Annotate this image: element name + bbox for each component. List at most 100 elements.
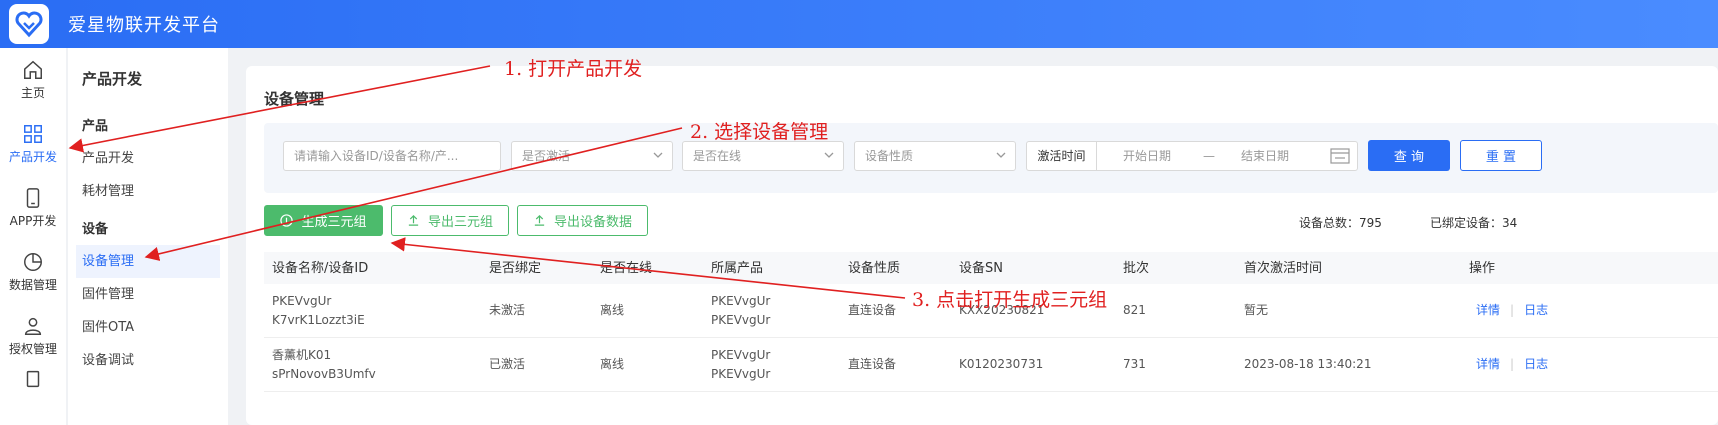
chevron-down-icon bbox=[824, 152, 834, 158]
search-input[interactable]: 请请输入设备ID/设备名称/产... bbox=[283, 141, 501, 171]
nature-cell: 直连设备 bbox=[848, 303, 897, 317]
document-icon bbox=[26, 370, 40, 388]
log-link[interactable]: 日志 bbox=[1524, 355, 1548, 374]
rail-item-more[interactable] bbox=[0, 368, 66, 408]
annotation-step3: 3. 点击打开生成三元组 bbox=[912, 289, 1108, 311]
bound-cell: 未激活 bbox=[489, 303, 526, 317]
subnav-item-device-debug[interactable]: 设备调试 bbox=[68, 344, 228, 377]
product-key: PKEVvgUr bbox=[711, 312, 771, 327]
col-sn: 设备SN bbox=[959, 260, 1003, 276]
home-icon bbox=[24, 60, 42, 79]
detail-link[interactable]: 详情 bbox=[1476, 355, 1500, 374]
rail-item-data[interactable]: 数据管理 bbox=[0, 240, 66, 304]
device-id: sPrNovovB3Umfv bbox=[272, 366, 376, 381]
online-cell: 离线 bbox=[600, 303, 625, 317]
rail-item-label: 数据管理 bbox=[8, 278, 57, 292]
product-cell: PKEVvgUr PKEVvgUr bbox=[711, 284, 770, 337]
bound-device-stat: 已绑定设备：34 bbox=[1430, 216, 1518, 230]
start-date-input[interactable]: 开始日期 bbox=[1123, 142, 1171, 170]
col-activated: 首次激活时间 bbox=[1244, 260, 1323, 276]
generate-triple-label: 生成三元组 bbox=[301, 215, 367, 230]
app-title: 爱星物联开发平台 bbox=[68, 15, 220, 36]
plus-circle-icon bbox=[280, 214, 294, 227]
subnav-item-firmware-ota[interactable]: 固件OTA bbox=[68, 311, 228, 344]
activation-date-range[interactable]: 激活时间 开始日期 — 结束日期 bbox=[1026, 141, 1358, 171]
col-actions: 操作 bbox=[1469, 260, 1496, 276]
nature-cell: 直连设备 bbox=[848, 357, 897, 371]
batch-cell: 731 bbox=[1123, 357, 1146, 371]
sn-cell: K0120230731 bbox=[959, 357, 1044, 371]
rail-item-label: 授权管理 bbox=[8, 342, 57, 356]
subnav-item-consumables[interactable]: 耗材管理 bbox=[68, 175, 228, 208]
reset-button[interactable]: 重 置 bbox=[1460, 140, 1542, 171]
export-triple-label: 导出三元组 bbox=[427, 215, 493, 230]
device-id: K7vrK1Lozzt3iE bbox=[272, 312, 365, 327]
col-product: 所属产品 bbox=[711, 260, 764, 276]
subnav-item-device-mgmt[interactable]: 设备管理 bbox=[76, 245, 220, 278]
subnav-item-product-dev[interactable]: 产品开发 bbox=[68, 142, 228, 175]
top-bar: 爱星物联开发平台 bbox=[0, 0, 1718, 48]
online-select-placeholder: 是否在线 bbox=[693, 149, 742, 163]
end-date-input[interactable]: 结束日期 bbox=[1241, 142, 1289, 170]
export-triple-button[interactable]: 导出三元组 bbox=[391, 205, 509, 236]
subnav-group-device: 设备 bbox=[82, 222, 109, 237]
product-key: PKEVvgUr bbox=[711, 366, 771, 381]
table-row: 香薰机K01 sPrNovovB3Umfv 已激活 离线 PKEVvgUr PK… bbox=[264, 338, 1718, 392]
actions-cell: 详情 | 日志 bbox=[1476, 338, 1548, 391]
page-title: 设备管理 bbox=[264, 90, 325, 108]
activated-select[interactable]: 是否激活 bbox=[511, 141, 673, 171]
online-cell: 离线 bbox=[600, 357, 625, 371]
device-name: 香薰机K01 bbox=[272, 347, 332, 362]
phone-icon bbox=[26, 188, 40, 208]
activated-cell: 暂无 bbox=[1244, 303, 1269, 317]
rail-item-auth[interactable]: 授权管理 bbox=[0, 304, 66, 368]
device-name: PKEVvgUr bbox=[272, 293, 332, 308]
user-icon bbox=[24, 317, 42, 335]
annotation-step2: 2. 选择设备管理 bbox=[690, 121, 829, 143]
col-batch: 批次 bbox=[1123, 260, 1150, 276]
product-name: PKEVvgUr bbox=[711, 347, 771, 362]
rail-item-label: 主页 bbox=[20, 86, 45, 100]
subnav-item-firmware[interactable]: 固件管理 bbox=[68, 278, 228, 311]
secondary-nav: 产品开发 产品 产品开发 耗材管理 设备 设备管理 固件管理 固件OTA 设备调… bbox=[68, 48, 228, 425]
device-name-cell: PKEVvgUr K7vrK1Lozzt3iE bbox=[272, 284, 365, 337]
rail-item-product-dev[interactable]: 产品开发 bbox=[0, 112, 66, 176]
heart-logo-icon bbox=[15, 11, 43, 38]
calendar-icon bbox=[1330, 148, 1350, 164]
date-range-label: 激活时间 bbox=[1027, 142, 1097, 170]
detail-link[interactable]: 详情 bbox=[1476, 301, 1500, 320]
action-divider: | bbox=[1510, 303, 1515, 317]
activated-select-placeholder: 是否激活 bbox=[522, 149, 571, 163]
grid-icon bbox=[24, 125, 42, 143]
date-separator: — bbox=[1203, 149, 1215, 163]
col-device-name: 设备名称/设备ID bbox=[272, 260, 369, 276]
icon-rail: 主页 产品开发 APP开发 数据管理 授权管理 bbox=[0, 48, 66, 425]
rail-item-app-dev[interactable]: APP开发 bbox=[0, 176, 66, 240]
app-logo[interactable] bbox=[9, 4, 49, 44]
generate-triple-button[interactable]: 生成三元组 bbox=[264, 205, 383, 236]
chevron-down-icon bbox=[996, 152, 1006, 158]
device-total-stat: 设备总数：795 bbox=[1299, 216, 1382, 230]
subnav-heading: 产品开发 bbox=[82, 70, 143, 88]
product-name: PKEVvgUr bbox=[711, 293, 771, 308]
annotation-step1: 1. 打开产品开发 bbox=[504, 58, 643, 80]
online-select[interactable]: 是否在线 bbox=[682, 141, 844, 171]
action-divider: | bbox=[1510, 357, 1515, 371]
filter-bar: 请请输入设备ID/设备名称/产... 是否激活 是否在线 设备性质 激活时间 开… bbox=[264, 123, 1718, 193]
nature-select-placeholder: 设备性质 bbox=[865, 149, 914, 163]
upload-icon bbox=[534, 215, 545, 226]
pie-chart-icon bbox=[24, 253, 42, 271]
rail-item-home[interactable]: 主页 bbox=[0, 48, 66, 112]
export-device-data-button[interactable]: 导出设备数据 bbox=[517, 205, 648, 236]
log-link[interactable]: 日志 bbox=[1524, 301, 1548, 320]
device-name-cell: 香薰机K01 sPrNovovB3Umfv bbox=[272, 338, 376, 391]
rail-item-label: 产品开发 bbox=[8, 150, 57, 164]
nature-select[interactable]: 设备性质 bbox=[854, 141, 1016, 171]
activated-cell: 2023-08-18 13:40:21 bbox=[1244, 357, 1372, 371]
main-panel: 设备管理 请请输入设备ID/设备名称/产... 是否激活 是否在线 设备性质 激… bbox=[246, 66, 1718, 425]
table-header: 设备名称/设备ID 是否绑定 是否在线 所属产品 设备性质 设备SN 批次 首次… bbox=[264, 252, 1718, 284]
batch-cell: 821 bbox=[1123, 303, 1146, 317]
export-device-data-label: 导出设备数据 bbox=[553, 215, 632, 230]
query-button[interactable]: 查 询 bbox=[1368, 140, 1450, 171]
col-nature: 设备性质 bbox=[848, 260, 901, 276]
